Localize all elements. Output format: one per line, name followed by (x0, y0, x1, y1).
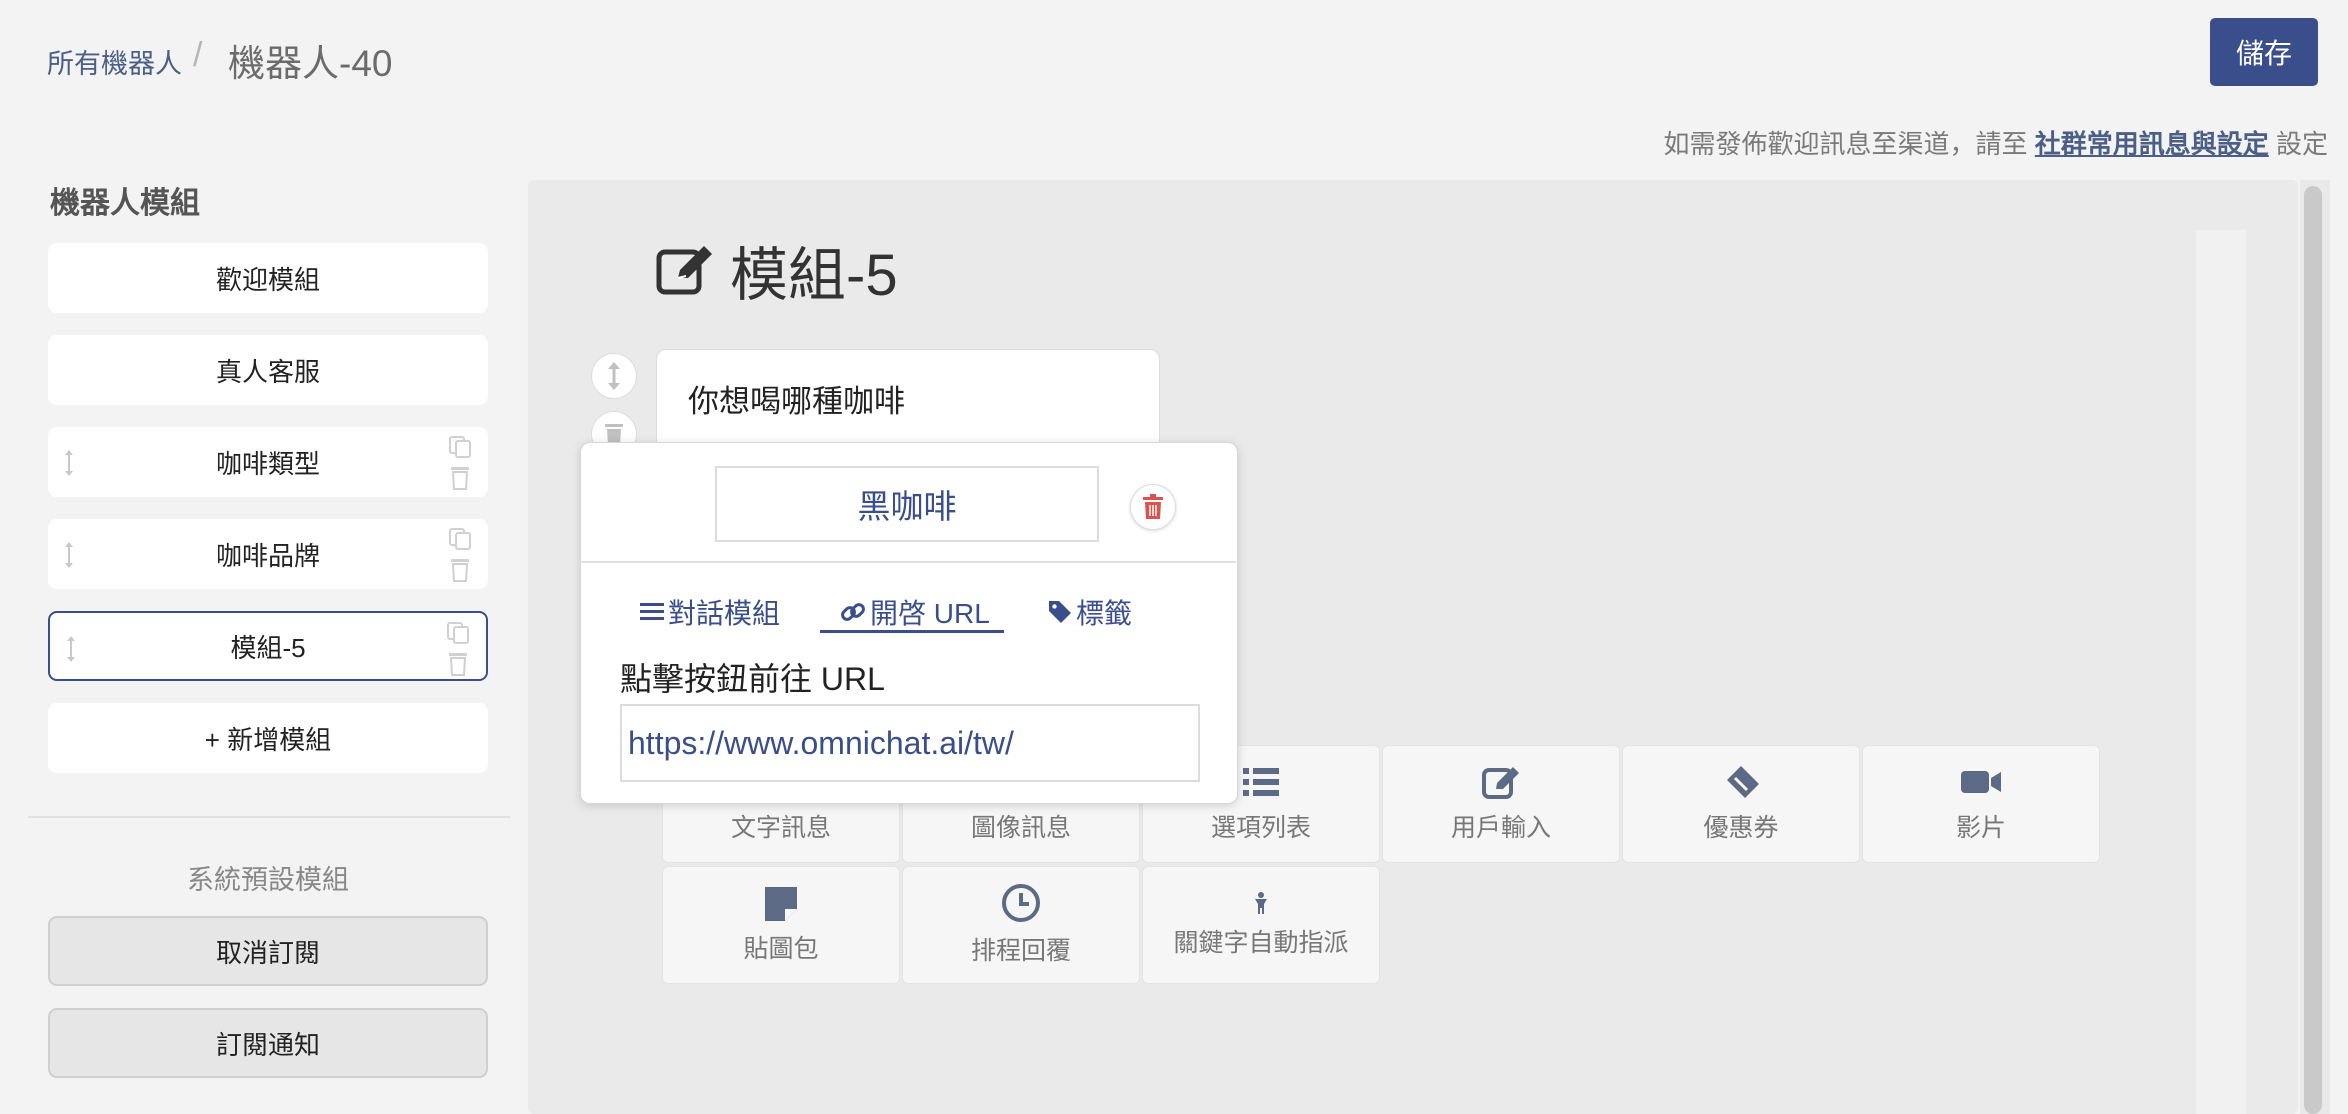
module-item-welcome[interactable]: 歡迎模組 (48, 243, 488, 313)
edit-icon (656, 246, 712, 295)
tab-tag[interactable]: 標籤 (1048, 592, 1132, 632)
copy-icon[interactable] (449, 436, 471, 458)
edit-icon (1482, 767, 1519, 799)
url-field-label: 點擊按鈕前往 URL (620, 661, 885, 697)
tool-label: 關鍵字自動指派 (1173, 929, 1349, 957)
tool-label: 用戶輸入 (1450, 814, 1551, 842)
tool-label: 排程回覆 (970, 937, 1071, 965)
tool-label: 影片 (1955, 814, 2006, 842)
module-item-coffee-type[interactable]: 咖啡類型 (48, 427, 488, 497)
move-message-button[interactable] (591, 353, 637, 399)
active-tab-indicator (820, 630, 1004, 633)
video-icon (1961, 771, 2001, 793)
scrollbar-thumb[interactable] (2304, 186, 2322, 1114)
channel-hint: 如需發佈歡迎訊息至渠道，請至 社群常用訊息與設定 設定 (1663, 124, 2328, 161)
tool-video[interactable]: 影片 (1862, 745, 2100, 863)
drag-handle-icon[interactable] (64, 635, 78, 663)
module-item-module-5[interactable]: 模組-5 (48, 611, 488, 681)
module-label: 咖啡品牌 (215, 540, 320, 571)
message-text[interactable]: 你想喝哪種咖啡 (688, 376, 905, 421)
copy-icon[interactable] (449, 528, 471, 550)
canvas-side-panel (2196, 230, 2246, 1114)
person-icon (1255, 892, 1267, 914)
system-modules-title: 系統預設模組 (187, 865, 349, 895)
hint-prefix: 如需發佈歡迎訊息至渠道，請至 (1663, 129, 2028, 159)
copy-icon[interactable] (447, 622, 469, 644)
tool-scheduled-reply[interactable]: 排程回覆 (902, 866, 1140, 984)
module-label: 訂閱通知 (215, 1029, 320, 1060)
sidebar-divider (28, 816, 510, 818)
tool-coupon[interactable]: 優惠券 (1622, 745, 1860, 863)
tab-open-url[interactable]: 開啓 URL (840, 592, 990, 632)
delete-button[interactable] (1130, 484, 1176, 530)
tool-label: 貼圖包 (743, 935, 819, 963)
button-label-field[interactable]: 黑咖啡 (715, 466, 1099, 542)
social-settings-link[interactable]: 社群常用訊息與設定 (2035, 129, 2269, 159)
trash-icon (1143, 494, 1163, 519)
module-title-text: 模組-5 (730, 243, 898, 308)
module-label: 模組-5 (230, 632, 306, 663)
popup-divider (580, 561, 1236, 563)
save-button[interactable]: 儲存 (2210, 18, 2318, 86)
tag-icon (1049, 601, 1071, 623)
clock-icon (1002, 884, 1040, 922)
tool-keyword-assign[interactable]: 關鍵字自動指派 (1142, 866, 1380, 984)
tool-sticker[interactable]: 貼圖包 (662, 866, 900, 984)
link-icon (841, 603, 865, 621)
move-vertical-icon (608, 362, 620, 390)
sidebar-title: 機器人模組 (50, 187, 200, 220)
url-input[interactable] (620, 704, 1200, 782)
hint-suffix: 設定 (2275, 129, 2328, 159)
bars-icon (640, 603, 664, 620)
module-item-coffee-brand[interactable]: 咖啡品牌 (48, 519, 488, 589)
module-label: 取消訂閱 (215, 937, 320, 968)
ticket-icon (1727, 766, 1759, 798)
breadcrumb-root-link[interactable]: 所有機器人 (47, 42, 182, 81)
system-module-subscribe-notify[interactable]: 訂閱通知 (48, 1008, 488, 1078)
module-item-live-agent[interactable]: 真人客服 (48, 335, 488, 405)
tool-label: 選項列表 (1210, 814, 1311, 842)
sticker-icon (765, 887, 797, 921)
trash-icon[interactable] (449, 653, 467, 676)
tab-label: 標籤 (1076, 598, 1133, 629)
module-title[interactable]: 模組-5 (656, 228, 898, 312)
module-label: 咖啡類型 (215, 448, 320, 479)
breadcrumb-separator: / (193, 36, 203, 74)
tab-dialog-module[interactable]: 對話模組 (640, 592, 780, 632)
system-module-unsubscribe[interactable]: 取消訂閱 (48, 916, 488, 986)
breadcrumb-current: 機器人-40 (228, 43, 393, 84)
drag-handle-icon[interactable] (62, 449, 76, 477)
tool-label: 圖像訊息 (970, 814, 1071, 842)
list-icon (1243, 768, 1279, 796)
add-module-button[interactable]: + 新增模組 (48, 703, 488, 773)
drag-handle-icon[interactable] (62, 541, 76, 569)
module-label: 真人客服 (215, 356, 320, 387)
tool-label: 文字訊息 (730, 814, 831, 842)
tab-label: 開啓 URL (870, 598, 990, 629)
tool-user-input[interactable]: 用戶輸入 (1382, 745, 1620, 863)
module-label: 歡迎模組 (215, 264, 320, 295)
trash-icon[interactable] (451, 559, 469, 582)
add-module-label: + 新增模組 (204, 724, 332, 755)
trash-icon[interactable] (451, 467, 469, 490)
tab-label: 對話模組 (668, 598, 781, 629)
tool-label: 優惠券 (1703, 814, 1779, 842)
